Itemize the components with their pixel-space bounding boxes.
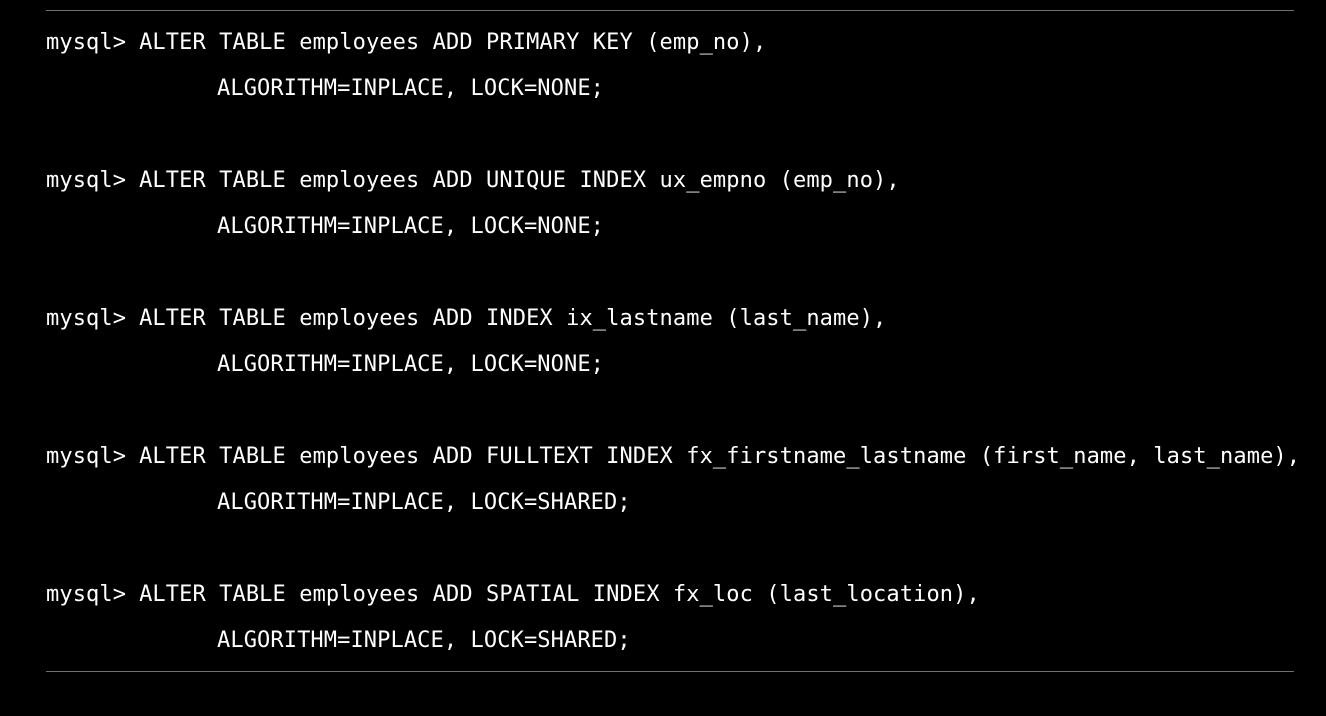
mysql-prompt: mysql>	[46, 30, 127, 55]
sql-command-text: ALTER TABLE employees ADD INDEX ix_lastn…	[139, 306, 887, 331]
mysql-prompt: mysql>	[46, 168, 127, 193]
statement-line: mysql> ALTER TABLE employees ADD SPATIAL …	[46, 578, 1306, 624]
sql-options-text: ALGORITHM=INPLACE, LOCK=NONE;	[217, 76, 605, 101]
statement-line: mysql> ALTER TABLE employees ADD UNIQUE I…	[46, 164, 1306, 210]
statement-continuation-line: ALGORITHM=INPLACE, LOCK=SHARED;	[46, 486, 1306, 532]
statement-continuation-line: ALGORITHM=INPLACE, LOCK=NONE;	[46, 210, 1306, 256]
mysql-console[interactable]: mysql> ALTER TABLE employees ADD PRIMARY …	[46, 26, 1306, 716]
mysql-prompt: mysql>	[46, 444, 127, 469]
mysql-prompt: mysql>	[46, 582, 127, 607]
bottom-divider	[46, 671, 1294, 672]
statement-line: mysql> ALTER TABLE employees ADD INDEX ix…	[46, 302, 1306, 348]
sql-statement: mysql> ALTER TABLE employees ADD UNIQUE I…	[46, 164, 1306, 302]
sql-command-text: ALTER TABLE employees ADD UNIQUE INDEX u…	[139, 168, 900, 193]
sql-statement: mysql> ALTER TABLE employees ADD PRIMARY …	[46, 26, 1306, 164]
statement-continuation-line: ALGORITHM=INPLACE, LOCK=SHARED;	[46, 624, 1306, 670]
sql-statement: mysql> ALTER TABLE employees ADD SPATIAL …	[46, 578, 1306, 716]
sql-command-text: ALTER TABLE employees ADD PRIMARY KEY (e…	[139, 30, 767, 55]
statement-line: mysql> ALTER TABLE employees ADD FULLTEXT…	[46, 440, 1306, 486]
sql-options-text: ALGORITHM=INPLACE, LOCK=NONE;	[217, 214, 605, 239]
top-divider	[46, 10, 1294, 11]
sql-options-text: ALGORITHM=INPLACE, LOCK=SHARED;	[217, 628, 631, 653]
statement-line: mysql> ALTER TABLE employees ADD PRIMARY …	[46, 26, 1306, 72]
sql-options-text: ALGORITHM=INPLACE, LOCK=SHARED;	[217, 490, 631, 515]
sql-statement: mysql> ALTER TABLE employees ADD INDEX ix…	[46, 302, 1306, 440]
sql-options-text: ALGORITHM=INPLACE, LOCK=NONE;	[217, 352, 605, 377]
sql-statement: mysql> ALTER TABLE employees ADD FULLTEXT…	[46, 440, 1306, 578]
statement-continuation-line: ALGORITHM=INPLACE, LOCK=NONE;	[46, 348, 1306, 394]
statement-continuation-line: ALGORITHM=INPLACE, LOCK=NONE;	[46, 72, 1306, 118]
sql-command-text: ALTER TABLE employees ADD FULLTEXT INDEX…	[139, 444, 1301, 469]
sql-command-text: ALTER TABLE employees ADD SPATIAL INDEX …	[139, 582, 980, 607]
mysql-prompt: mysql>	[46, 306, 127, 331]
